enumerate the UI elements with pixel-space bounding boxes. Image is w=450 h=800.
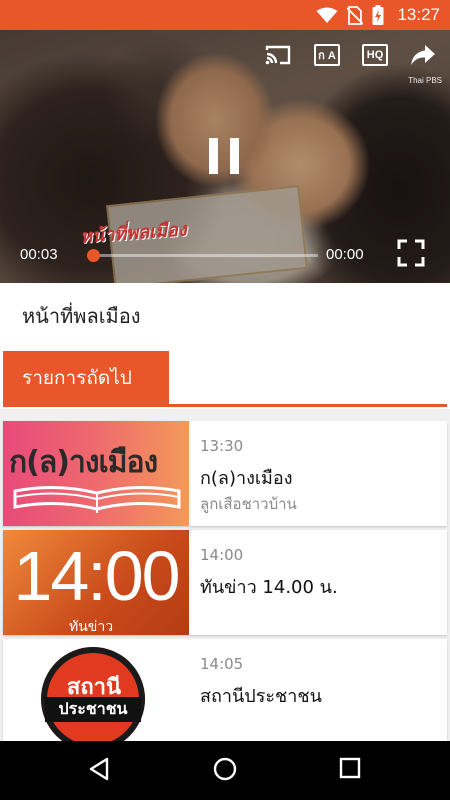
thumbnail-caption: ทันข่าว	[69, 619, 114, 635]
status-bar: 13:27	[0, 0, 450, 30]
seek-track[interactable]	[93, 254, 318, 257]
section-divider	[3, 404, 447, 407]
program-subtitle: ลูกเสือชาวบ้าน	[200, 495, 297, 513]
program-time: 14:05	[200, 655, 244, 673]
hq-label: HQ	[362, 44, 388, 66]
no-sim-icon	[347, 5, 364, 25]
pause-icon[interactable]	[209, 138, 239, 174]
program-thumbnail: 14:00 ทันข่าว	[3, 530, 189, 635]
thumbnail-text: 14:00	[13, 537, 180, 615]
wifi-icon	[316, 7, 338, 23]
subtitles-label: ก A	[314, 44, 340, 66]
recents-icon[interactable]	[339, 757, 361, 783]
book-icon	[13, 485, 181, 513]
program-title: หน้าที่พลเมือง	[22, 304, 141, 328]
seek-thumb[interactable]	[87, 249, 100, 262]
program-thumbnail: ก(ล)างเมือง	[3, 421, 189, 526]
back-icon[interactable]	[88, 757, 110, 785]
program-time: 13:30	[200, 437, 244, 455]
program-name: สถานีประชาชน	[200, 686, 322, 707]
status-time: 13:27	[397, 5, 440, 24]
duration: 00:00	[326, 246, 364, 263]
schedule-list: ก(ล)างเมือง 13:30 ก(ล)างเมือง ลูกเสือชาว…	[0, 414, 450, 741]
subtitles-icon[interactable]: ก A	[314, 44, 340, 66]
share-icon[interactable]	[410, 44, 436, 66]
player-top-controls: ก A HQ	[264, 44, 436, 66]
program-title-area: หน้าที่พลเมือง	[0, 283, 450, 343]
home-icon[interactable]	[213, 757, 237, 785]
program-name: ทันข่าว 14.00 น.	[200, 577, 338, 598]
thumbnail-caption: ประชาชน	[45, 697, 141, 722]
thumbnail-text: ก(ล)างเมือง	[9, 445, 158, 480]
fullscreen-icon[interactable]	[397, 239, 425, 271]
up-next-header: รายการถัดไป	[0, 343, 450, 409]
program-time: 14:00	[200, 546, 244, 564]
up-next-tab[interactable]: รายการถัดไป	[3, 351, 169, 404]
list-item[interactable]: 14:00 ทันข่าว 14:00 ทันข่าว 14.00 น.	[3, 530, 447, 635]
navigation-bar	[0, 741, 450, 800]
program-name: ก(ล)างเมือง	[200, 468, 293, 489]
current-time: 00:03	[20, 246, 58, 263]
hq-quality-icon[interactable]: HQ	[362, 44, 388, 66]
seek-bar: 00:03 00:00	[0, 240, 450, 270]
cast-icon[interactable]	[264, 44, 292, 66]
program-thumbnail: สถานี ประชาชน	[3, 639, 189, 741]
channel-watermark: Thai PBS	[408, 76, 442, 85]
video-player[interactable]: ก A HQ Thai PBS หน้าที่พลเมือง 00:03 00:…	[0, 30, 450, 283]
list-item[interactable]: ก(ล)างเมือง 13:30 ก(ล)างเมือง ลูกเสือชาว…	[3, 421, 447, 526]
list-item[interactable]: สถานี ประชาชน 14:05 สถานีประชาชน	[3, 639, 447, 741]
battery-charging-icon	[372, 5, 384, 25]
